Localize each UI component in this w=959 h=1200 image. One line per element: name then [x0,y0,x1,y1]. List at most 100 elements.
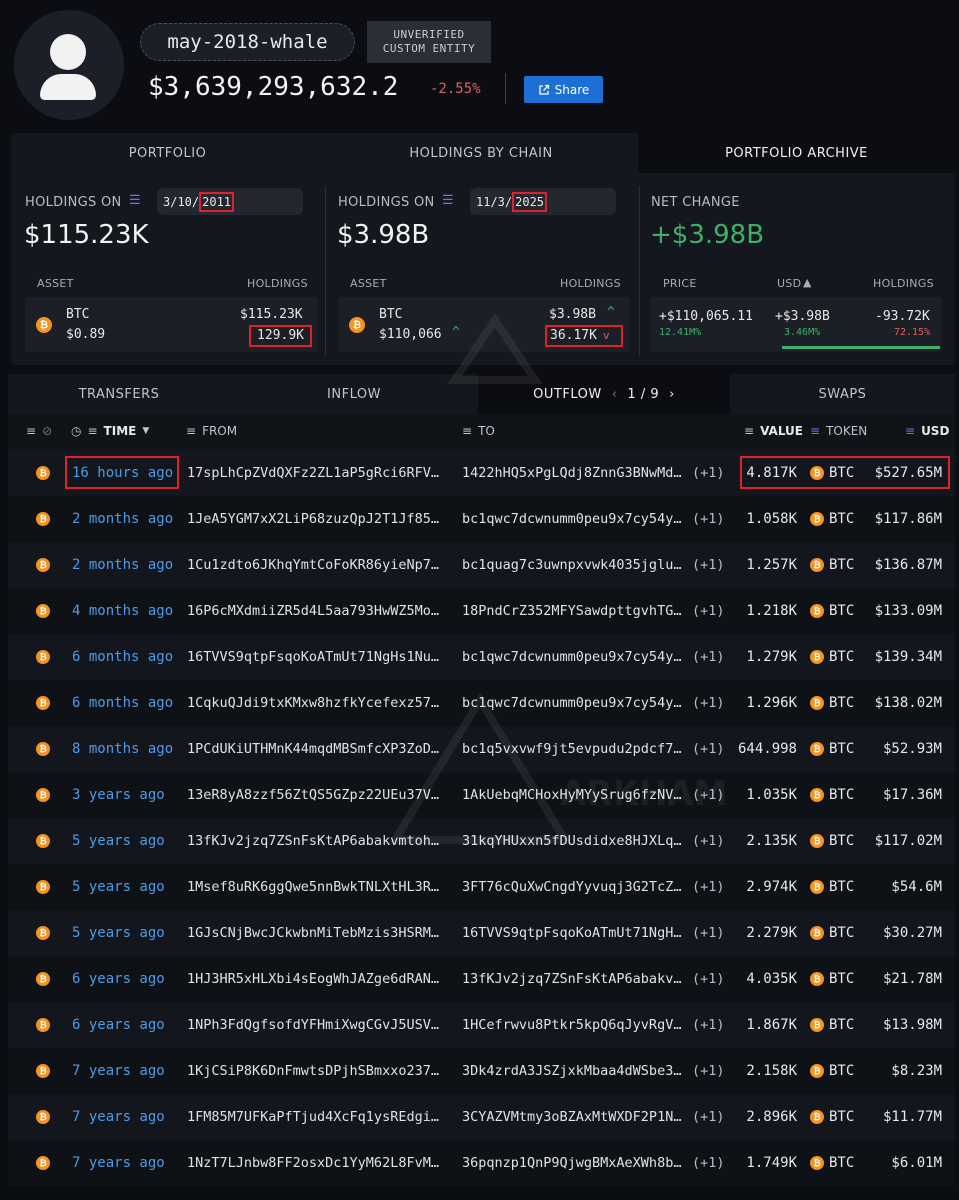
row-time[interactable]: 8 months ago [72,726,173,772]
next-page-icon[interactable]: › [669,387,675,402]
row-from-address[interactable]: 13eR8yA8zzf56ZtQS5GZpz22UEu37V… [187,772,455,818]
row-to-address[interactable]: bc1q5vxvwf9jt5evpudu2pdcf7… [462,726,692,772]
row-token[interactable]: BTC [829,588,854,634]
row-from-address[interactable]: 16P6cMXdmiiZR5d4L5aa793HwWZ5Mo… [187,588,455,634]
table-row[interactable]: ₿ 2 months ago 1JeA5YGM7xX2LiP68zuzQpJ2T1J… [8,496,955,542]
row-extra-count[interactable]: (+1) [692,818,725,864]
row-extra-count[interactable]: (+1) [692,588,725,634]
share-button[interactable]: Share [524,76,603,103]
date-picker-left[interactable]: 3/10/2011 [157,188,303,215]
row-token[interactable]: BTC [829,726,854,772]
col-time[interactable]: ◷ ≡ TIME ▼ [71,424,149,438]
row-extra-count[interactable]: (+1) [692,542,725,588]
row-time[interactable]: 5 years ago [72,864,165,910]
table-row[interactable]: ₿ 2 months ago 1Cu1zdto6JKhqYmtCoFoKR86yie… [8,542,955,588]
row-time[interactable]: 6 years ago [72,956,165,1002]
table-row[interactable]: ₿ 7 years ago 1KjCSiP8K6DnFmwtsDPjhSBmxxo2… [8,1048,955,1094]
row-from-address[interactable]: 1GJsCNjBwcJCkwbnMiTebMzis3HSRM… [187,910,455,956]
row-token[interactable]: BTC [829,542,854,588]
prev-page-icon[interactable]: ‹ [612,387,618,402]
row-to-address[interactable]: bc1qwc7dcwnumm0peu9x7cy54y… [462,680,692,726]
table-row[interactable]: ₿ 6 years ago 1NPh3FdQgfsofdYFHmiXwgCGvJ5U… [8,1002,955,1048]
row-token[interactable]: BTC [829,1002,854,1048]
row-to-address[interactable]: bc1qwc7dcwnumm0peu9x7cy54y… [462,634,692,680]
row-time[interactable]: 3 years ago [72,772,165,818]
row-to-address[interactable]: 3CYAZVMtmy3oBZAxMtWXDF2P1N… [462,1094,692,1140]
table-row[interactable]: ₿ 4 months ago 16P6cMXdmiiZR5d4L5aa793HwWZ… [8,588,955,634]
col-to[interactable]: ≡ TO [462,424,495,438]
table-row[interactable]: ₿ 5 years ago 1Msef8uRK6ggQwe5nnBwkTNLXtHL… [8,864,955,910]
row-extra-count[interactable]: (+1) [692,1094,725,1140]
row-extra-count[interactable]: (+1) [692,956,725,1002]
table-row[interactable]: ₿ 5 years ago 1GJsCNjBwcJCkwbnMiTebMzis3HS… [8,910,955,956]
row-from-address[interactable]: 1KjCSiP8K6DnFmwtsDPjhSBmxxo237… [187,1048,455,1094]
row-time[interactable]: 5 years ago [72,818,165,864]
col-token[interactable]: ≡ TOKEN [810,424,867,438]
table-row[interactable]: ₿ 5 years ago 13fKJv2jzq7ZSnFsKtAP6abakvmt… [8,818,955,864]
row-to-address[interactable]: 1AkUebqMCHoxHyMYySrug6fzNV… [462,772,692,818]
row-token[interactable]: BTC [829,634,854,680]
row-to-address[interactable]: 1HCefrwvu8Ptkr5kpQ6qJyvRgV… [462,1002,692,1048]
row-to-address[interactable]: 3FT76cQuXwCngdYyvuqj3G2TcZ… [462,864,692,910]
row-token[interactable]: BTC [829,772,854,818]
col-usd[interactable]: USD [777,277,801,290]
row-to-address[interactable]: 18PndCrZ352MFYSawdpttgvhTG… [462,588,692,634]
row-to-address[interactable]: bc1quag7c3uwnpxvwk4035jglu… [462,542,692,588]
filter-icon[interactable]: ☰ [442,193,454,208]
row-time[interactable]: 5 years ago [72,910,165,956]
row-time[interactable]: 6 months ago [72,634,173,680]
row-extra-count[interactable]: (+1) [692,726,725,772]
row-from-address[interactable]: 1JeA5YGM7xX2LiP68zuzQpJ2T1Jf85… [187,496,455,542]
tab-inflow[interactable]: INFLOW [230,374,478,414]
table-row[interactable]: ₿ 6 months ago 16TVVS9qtpFsqoKoATmUt71NgHs… [8,634,955,680]
row-extra-count[interactable]: (+1) [692,864,725,910]
row-extra-count[interactable]: (+1) [692,450,725,496]
row-token[interactable]: BTC [829,1048,854,1094]
row-time[interactable]: 7 years ago [72,1048,165,1094]
link-icon[interactable]: ⊘ [42,424,52,438]
row-extra-count[interactable]: (+1) [692,772,725,818]
col-usd[interactable]: ≡ USD [905,424,949,438]
row-token[interactable]: BTC [829,1094,854,1140]
table-row[interactable]: ₿ 7 years ago 1FM85M7UFKaPfTjud4XcFq1ysREd… [8,1094,955,1140]
date-picker-right[interactable]: 11/3/2025 [470,188,616,215]
row-extra-count[interactable]: (+1) [692,634,725,680]
row-token[interactable]: BTC [829,956,854,1002]
row-from-address[interactable]: 17spLhCpZVdQXFz2ZL1aP5gRci6RFV… [187,450,455,496]
row-to-address[interactable]: 3Dk4zrdA3JSZjxkMbaa4dWSbe3… [462,1048,692,1094]
row-token[interactable]: BTC [829,1140,854,1186]
row-extra-count[interactable]: (+1) [692,496,725,542]
row-extra-count[interactable]: (+1) [692,1002,725,1048]
col-value[interactable]: ≡ VALUE [744,424,803,438]
row-token[interactable]: BTC [829,910,854,956]
row-token[interactable]: BTC [829,864,854,910]
tab-holdings-by-chain[interactable]: HOLDINGS BY CHAIN [324,133,638,173]
row-time[interactable]: 7 years ago [72,1140,165,1186]
table-row[interactable]: ₿ 7 years ago 1NzT7LJnbw8FF2osxDc1YyM62L8F… [8,1140,955,1186]
row-token[interactable]: BTC [829,496,854,542]
row-extra-count[interactable]: (+1) [692,680,725,726]
tab-portfolio-archive[interactable]: PORTFOLIO ARCHIVE [638,133,955,173]
entity-name[interactable]: may-2018-whale [140,23,355,61]
row-from-address[interactable]: 13fKJv2jzq7ZSnFsKtAP6abakvmtoh… [187,818,455,864]
row-time[interactable]: 6 years ago [72,1002,165,1048]
row-to-address[interactable]: 36pqnzp1QnP9QjwgBMxAeXWh8b… [462,1140,692,1186]
tab-outflow[interactable]: OUTFLOW ‹ 1 / 9 › [478,374,730,414]
row-to-address[interactable]: 1422hHQ5xPgLQdj8ZnnG3BNwMd… [462,450,692,496]
row-time[interactable]: 2 months ago [72,496,173,542]
tab-portfolio[interactable]: PORTFOLIO [11,133,324,173]
row-from-address[interactable]: 1HJ3HR5xHLXbi4sEogWhJAZge6dRAN… [187,956,455,1002]
row-time[interactable]: 7 years ago [72,1094,165,1140]
filter-icon[interactable]: ☰ [129,193,141,208]
row-from-address[interactable]: 1CqkuQJdi9txKMxw8hzfkYcefexz57… [187,680,455,726]
table-row[interactable]: ₿ 3 years ago 13eR8yA8zzf56ZtQS5GZpz22UEu3… [8,772,955,818]
row-from-address[interactable]: 1PCdUKiUTHMnK44mqdMBSmfcXP3ZoD… [187,726,455,772]
row-token[interactable]: BTC [829,680,854,726]
row-from-address[interactable]: 1FM85M7UFKaPfTjud4XcFq1ysREdgi… [187,1094,455,1140]
row-time[interactable]: 2 months ago [72,542,173,588]
row-to-address[interactable]: 13fKJv2jzq7ZSnFsKtAP6abakv… [462,956,692,1002]
row-to-address[interactable]: 16TVVS9qtpFsqoKoATmUt71NgH… [462,910,692,956]
table-row[interactable]: ₿ 6 months ago 1CqkuQJdi9txKMxw8hzfkYcefex… [8,680,955,726]
row-from-address[interactable]: 1Cu1zdto6JKhqYmtCoFoKR86yieNp7… [187,542,455,588]
row-to-address[interactable]: 31kqYHUxxn5fDUsdidxe8HJXLq… [462,818,692,864]
